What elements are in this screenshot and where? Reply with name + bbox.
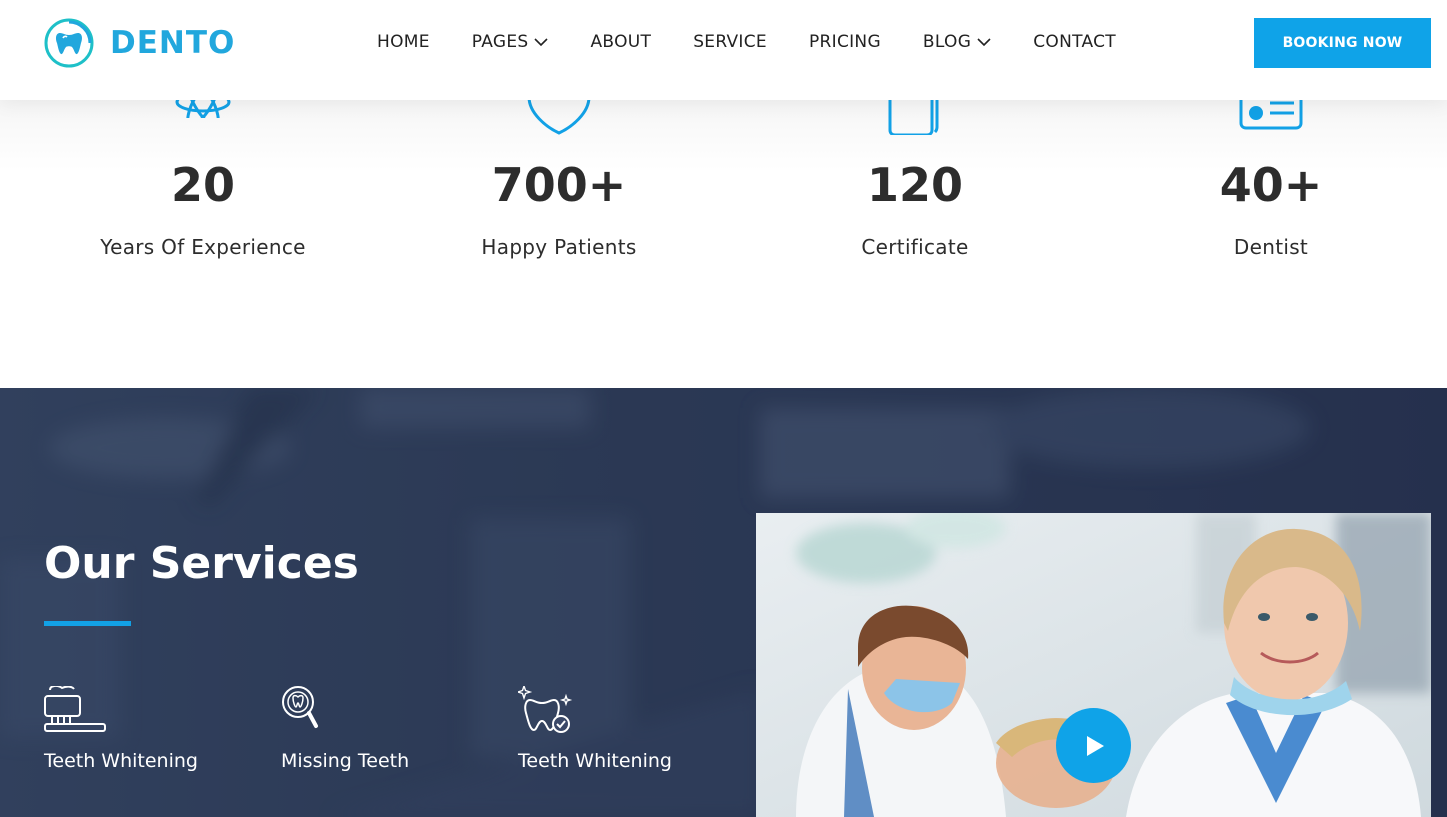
nav-item-service[interactable]: SERVICE	[693, 30, 767, 54]
stat-value: 40+	[1219, 158, 1323, 212]
stat-label: Certificate	[861, 235, 969, 259]
play-video-button[interactable]	[1056, 708, 1131, 783]
stats-section: 20 Years Of Experience 700+ Happy Patien…	[0, 60, 1447, 388]
service-label: Teeth Whitening	[44, 750, 198, 772]
stat-label: Dentist	[1233, 235, 1309, 259]
toothbrush-icon	[44, 684, 106, 732]
video-panel[interactable]	[756, 513, 1431, 817]
service-label: Missing Teeth	[281, 750, 410, 772]
stat-label: Years Of Experience	[100, 235, 306, 259]
chevron-down-icon	[977, 38, 991, 47]
nav-label: HOME	[377, 32, 430, 52]
stat-value: 20	[170, 158, 235, 212]
tooth-magnifier-icon	[282, 686, 318, 728]
nav-label: ABOUT	[590, 32, 652, 52]
nav-item-blog[interactable]: BLOG	[923, 30, 991, 54]
service-item-teeth-whitening[interactable]: Teeth Whitening	[44, 684, 198, 772]
brand-logo[interactable]: DENTO	[44, 18, 235, 68]
nav-item-pricing[interactable]: PRICING	[809, 30, 881, 54]
section-title: Our Services	[44, 538, 359, 589]
booking-now-button[interactable]: BOOKING NOW	[1254, 18, 1431, 68]
tooth-logo-icon	[44, 18, 94, 68]
main-nav: HOME PAGES ABOUT SERVICE PRICING BLOG CO…	[377, 30, 1116, 54]
site-header: DENTO HOME PAGES ABOUT SERVICE PRICING B…	[0, 0, 1447, 100]
title-underline	[44, 621, 131, 626]
sparkling-tooth-icon	[515, 683, 573, 733]
nav-label: CONTACT	[1033, 32, 1116, 52]
play-icon	[1086, 735, 1104, 756]
nav-item-pages[interactable]: PAGES	[472, 30, 549, 54]
service-item-missing-teeth[interactable]: Missing Teeth	[281, 686, 409, 772]
nav-item-contact[interactable]: CONTACT	[1033, 30, 1116, 54]
stat-label: Happy Patients	[481, 235, 637, 259]
service-item-teeth-whitening-2[interactable]: Teeth Whitening	[515, 683, 672, 772]
stat-value: 700+	[491, 158, 627, 212]
stat-value: 120	[866, 158, 964, 212]
nav-item-home[interactable]: HOME	[377, 30, 430, 54]
nav-label: PRICING	[808, 32, 881, 52]
services-section: Our Services Teeth Whitening Missing Tee…	[0, 388, 1447, 817]
brand-name: DENTO	[110, 25, 236, 61]
chevron-down-icon	[534, 38, 549, 47]
service-label: Teeth Whitening	[518, 750, 672, 772]
nav-item-about[interactable]: ABOUT	[590, 30, 651, 54]
nav-label: PAGES	[471, 32, 529, 52]
nav-label: SERVICE	[693, 32, 767, 52]
nav-label: BLOG	[922, 32, 972, 52]
